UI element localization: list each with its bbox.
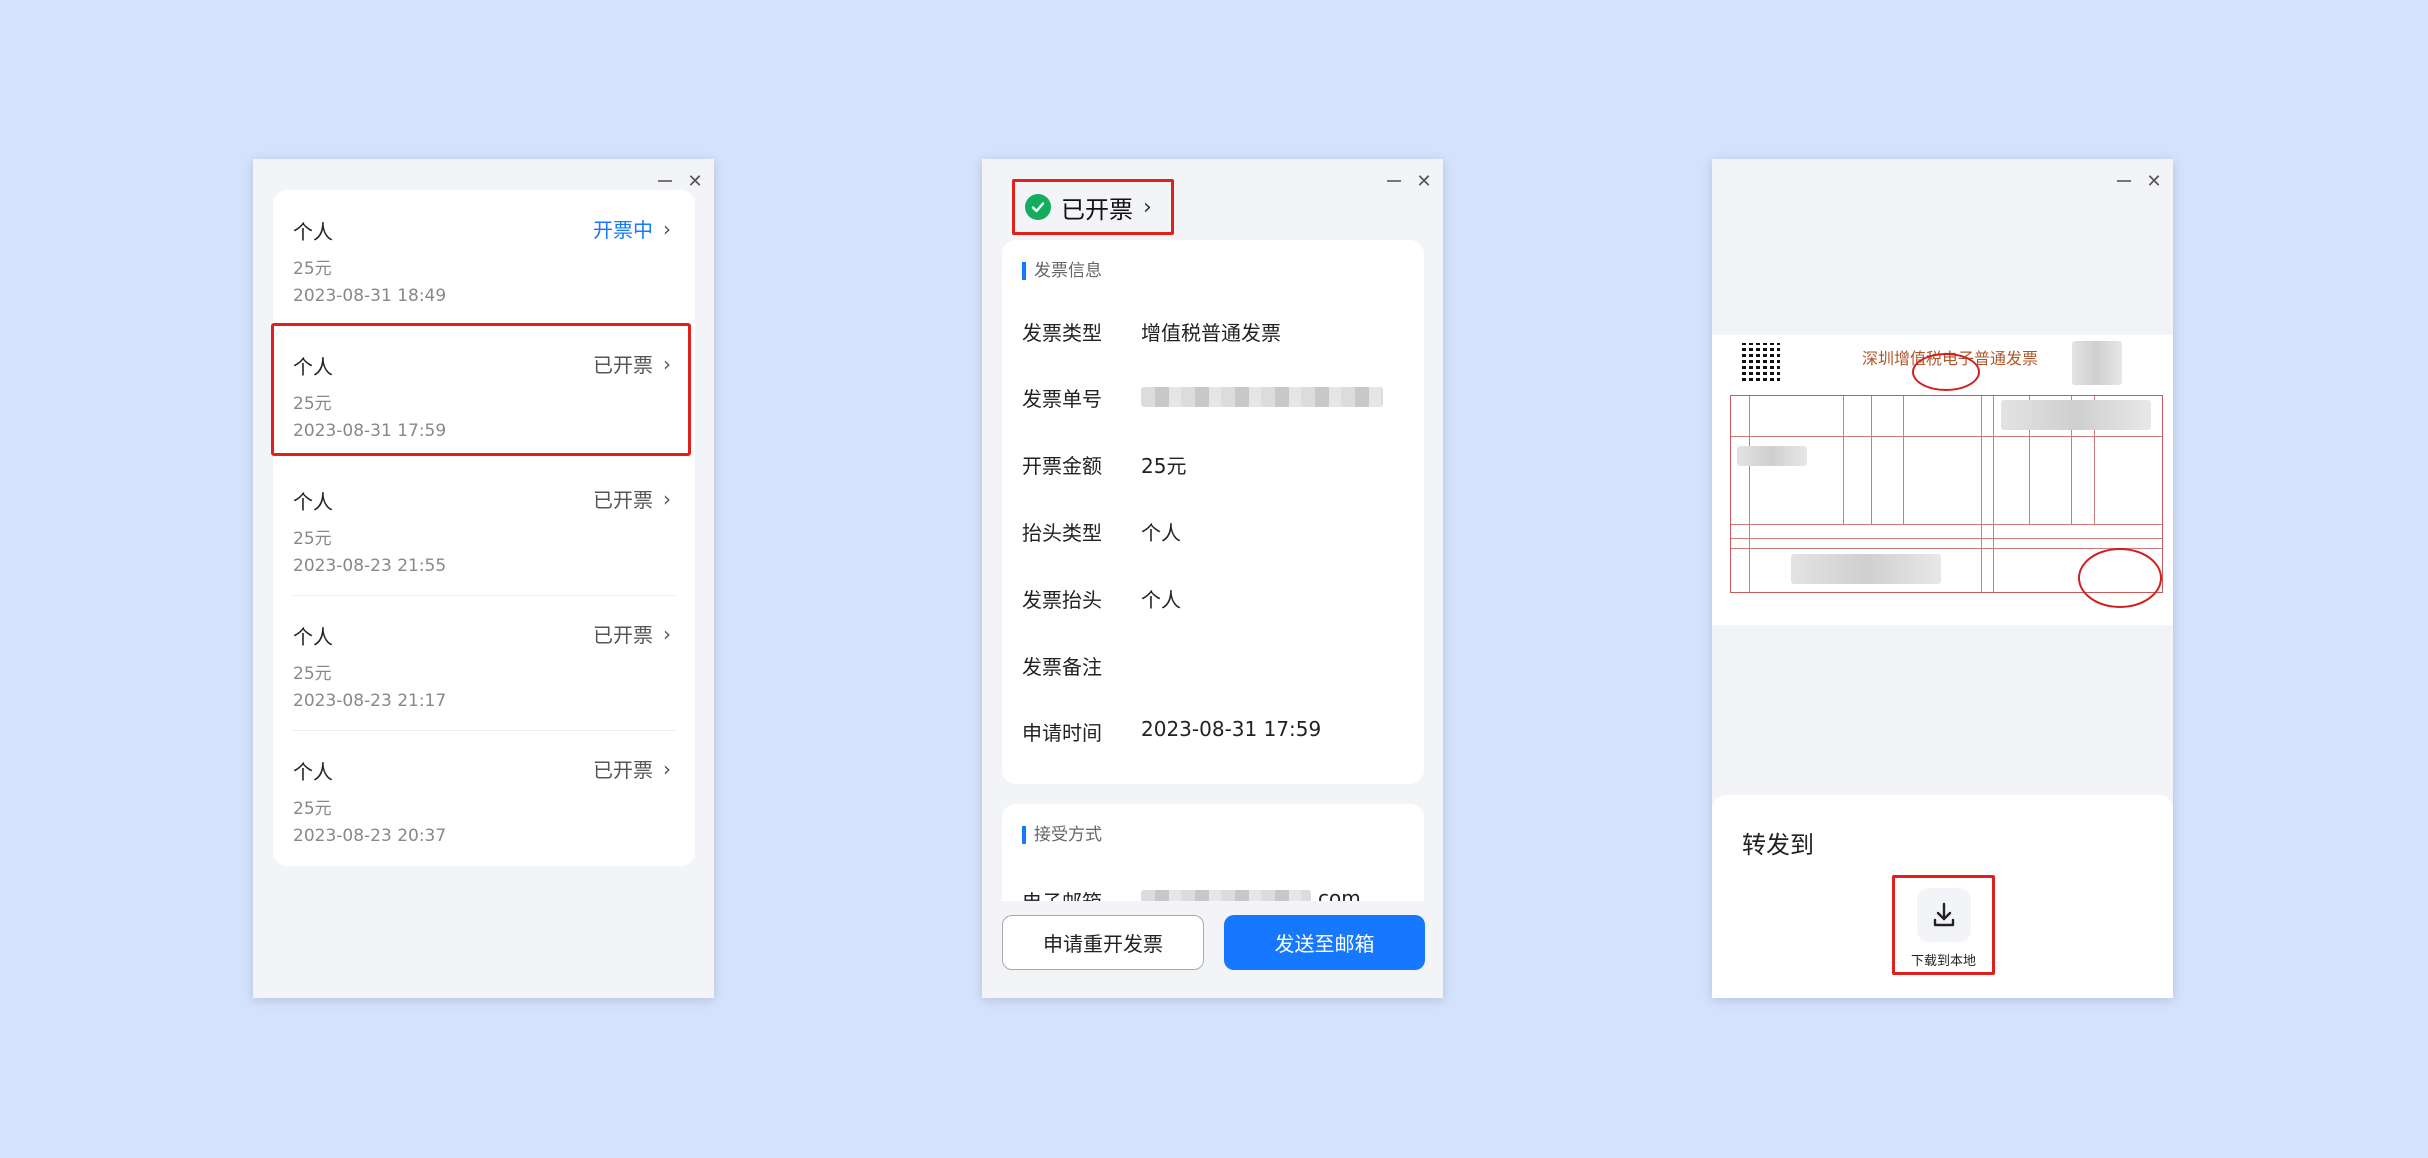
minimize-icon[interactable] [1381,169,1407,193]
invoice-list-window: ✕ 个人 开票中 › 25元 2023-08-31 18:49 个人 已开票 ›… [253,159,714,998]
row-label: 抬头类型 [1022,521,1102,545]
window-controls: ✕ [2111,169,2167,193]
item-time: 2023-08-23 21:17 [293,691,447,711]
row-label: 申请时间 [1022,721,1102,745]
list-item[interactable]: 个人 已开票 › 25元 2023-08-23 21:55 [273,460,695,595]
invoice-image: 深圳增值税电子普通发票 [1712,335,2173,625]
row-label: 开票金额 [1022,454,1102,478]
item-amount: 25元 [293,664,332,684]
close-icon[interactable]: ✕ [682,169,708,193]
redacted-area [2072,341,2122,385]
row-label: 发票类型 [1022,321,1102,345]
status-badge: 已开票 › [593,486,671,513]
chevron-right-icon: › [663,216,671,241]
item-amount: 25元 [293,799,332,819]
list-item[interactable]: 个人 已开票 › 25元 2023-08-23 21:17 [273,595,695,730]
item-title: 个人 [293,490,333,514]
item-time: 2023-08-23 20:37 [293,826,447,846]
close-icon[interactable]: ✕ [1411,169,1437,193]
item-title: 个人 [293,760,333,784]
minimize-icon[interactable] [2111,169,2137,193]
invoice-list: 个人 开票中 › 25元 2023-08-31 18:49 个人 已开票 › 2… [273,190,695,866]
row-value: 2023-08-31 17:59 [1141,717,1322,741]
item-amount: 25元 [293,529,332,549]
row-value: 个人 [1141,521,1181,545]
list-item[interactable]: 个人 开票中 › 25元 2023-08-31 18:49 [273,190,695,325]
check-circle-icon [1025,194,1051,220]
window-controls: ✕ [1381,169,1437,193]
row-value: 增值税普通发票 [1141,321,1281,345]
row-label: 发票抬头 [1022,588,1102,612]
invoice-detail-window: ✕ 已开票 › 发票信息 发票类型 增值税普通发票 发票单号 开票金额 25元 … [982,159,1443,998]
forward-panel: 转发到 下载到本地 [1712,795,2173,998]
minimize-icon[interactable] [652,169,678,193]
section-title: 发票信息 [1022,262,1102,280]
invoice-status-header[interactable]: 已开票 › [1012,179,1174,235]
qr-code [1742,343,1780,381]
row-value: 25元 [1141,454,1187,478]
invoice-info-card: 发票信息 发票类型 增值税普通发票 发票单号 开票金额 25元 抬头类型 个人 … [1002,240,1424,784]
item-title: 个人 [293,220,333,244]
download-icon[interactable] [1917,888,1971,942]
status-badge: 开票中 › [593,216,671,243]
window-controls: ✕ [652,169,708,193]
seal-stamp [1912,353,1980,391]
item-title: 个人 [293,625,333,649]
download-label: 下载到本地 [1910,954,1976,969]
row-label: 发票备注 [1022,655,1102,679]
invoice-status: 已开票 [1061,195,1133,224]
send-to-email-button[interactable]: 发送至邮箱 [1224,915,1425,970]
section-title: 接受方式 [1022,826,1102,844]
invoice-preview-window: ✕ 深圳增值税电子普通发票 转发到 下载到本地 [1712,159,2173,998]
selected-item-highlight [271,323,691,456]
reissue-invoice-button[interactable]: 申请重开发票 [1002,915,1204,970]
status-badge: 已开票 › [593,756,671,783]
chevron-right-icon: › [663,621,671,646]
download-option[interactable]: 下载到本地 [1892,875,1995,975]
item-amount: 25元 [293,259,332,279]
list-item[interactable]: 个人 已开票 › 25元 2023-08-23 20:37 [273,730,695,865]
row-label: 发票单号 [1022,387,1102,411]
seal-stamp [2078,548,2162,608]
close-icon[interactable]: ✕ [2141,169,2167,193]
chevron-right-icon: › [1143,194,1152,220]
chevron-right-icon: › [663,756,671,781]
status-badge: 已开票 › [593,621,671,648]
row-value: 个人 [1141,588,1181,612]
chevron-right-icon: › [663,486,671,511]
item-time: 2023-08-31 18:49 [293,286,447,306]
forward-title: 转发到 [1742,831,1814,859]
item-time: 2023-08-23 21:55 [293,556,447,576]
invoice-number-redacted [1141,387,1383,407]
